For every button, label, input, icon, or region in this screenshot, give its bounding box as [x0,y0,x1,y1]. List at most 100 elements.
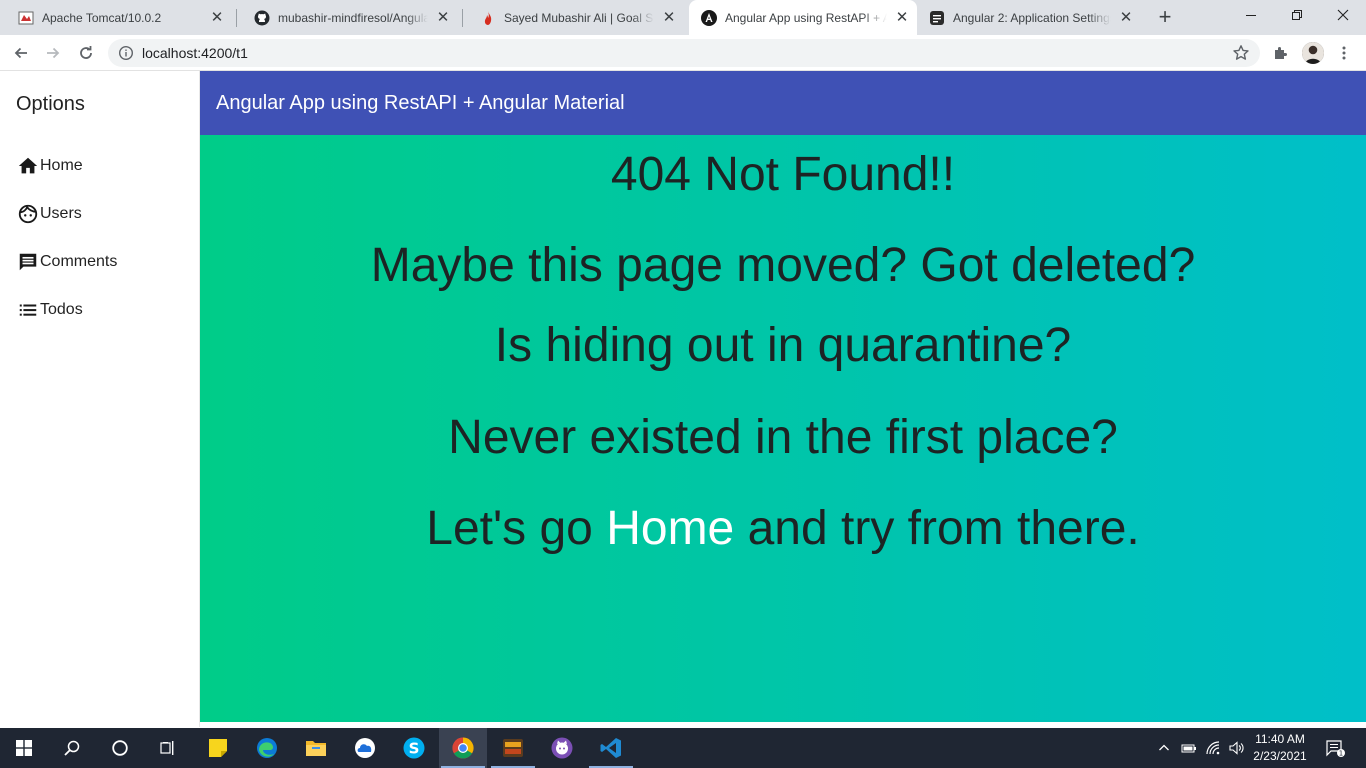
notification-count: 1 [1339,750,1343,758]
url-text: localhost:4200/t1 [142,45,248,61]
line-4-suffix: and try from there. [734,502,1140,555]
close-icon[interactable]: ✕ [1117,9,1135,27]
reload-button[interactable] [72,39,100,67]
tab-apache-tomcat[interactable]: Apache Tomcat/10.0.2 ✕ [0,0,236,35]
clock-date: 2/23/2021 [1253,749,1307,763]
address-bar[interactable]: localhost:4200/t1 [108,39,1260,67]
battery-button[interactable] [1180,728,1198,768]
close-icon[interactable]: ✕ [893,9,911,27]
profile-avatar[interactable] [1302,42,1324,64]
puzzle-icon [1275,47,1287,59]
system-clock[interactable]: 11:40 AM 2/23/2021 [1246,731,1314,765]
error-message-line-2: Is hiding out in quarantine? [494,319,1072,372]
wifi-icon [1206,741,1220,755]
volume-button[interactable] [1228,728,1246,768]
star-icon[interactable] [1232,44,1250,62]
tab-title: mubashir-mindfiresol/Angular [278,10,428,25]
home-link[interactable]: Home [606,502,734,555]
sidebar-item-home[interactable]: Home [16,154,83,178]
sidebar-title: Options [16,93,85,115]
restore-button[interactable] [1274,0,1320,30]
search-button[interactable] [48,728,96,768]
edge-app[interactable] [243,728,291,768]
close-icon[interactable]: ✕ [208,9,226,27]
sidebar-item-users[interactable]: Users [16,202,82,226]
chrome-app[interactable] [439,728,487,768]
flame-icon [480,10,496,26]
error-message-line-1: Maybe this page moved? Got deleted? [370,239,1196,292]
windows-taskbar: S 11:40 AM 2/23/2021 1 [0,728,1366,768]
error-message-line-4: Let's go Home and try from there. [200,501,1366,557]
skype-app[interactable]: S [390,728,438,768]
vscode-app[interactable] [587,728,635,768]
sidebar-item-label: Home [40,157,83,174]
sidebar: Options Home Users Comments Todos [0,71,200,727]
tab-title: Angular 2: Application Settings [953,10,1111,25]
github-icon [254,10,270,26]
line-4-prefix: Let's go [426,502,607,555]
cloud-icon [355,738,375,758]
sidebar-item-comments[interactable]: Comments [16,250,117,274]
sidebar-item-label: Todos [40,301,83,318]
new-tab-button[interactable]: + [1153,6,1177,30]
start-button[interactable] [0,728,48,768]
action-center-button[interactable]: 1 [1320,728,1350,768]
close-icon[interactable]: ✕ [660,9,678,27]
task-view-button[interactable] [144,728,192,768]
file-explorer-app[interactable] [292,728,340,768]
folder-icon [306,741,326,756]
sidebar-item-label: Users [40,205,82,222]
menu-button[interactable] [1330,39,1358,67]
minimize-button[interactable] [1228,0,1274,30]
arrow-left-icon [14,47,27,59]
cloud-app[interactable] [341,728,389,768]
error-message-line-3: Never existed in the first place? [448,411,1118,464]
skype-icon: S [403,737,425,759]
app-title: Angular App using RestAPI + Angular Mate… [216,91,625,114]
tab-angular-app[interactable]: Angular App using RestAPI + A ✕ [689,0,917,35]
browser-tab-strip: Apache Tomcat/10.0.2 ✕ mubashir-mindfire… [0,0,1366,35]
sidebar-item-label: Comments [40,253,118,270]
close-window-button[interactable] [1320,0,1366,30]
info-icon[interactable] [118,45,134,61]
svg-text:S: S [409,740,420,758]
windows-logo-icon [16,740,32,756]
sticky-notes-icon [209,739,227,757]
document-icon [929,10,945,26]
forward-button[interactable] [39,39,67,67]
extensions-button[interactable] [1266,39,1294,67]
game-icon [503,739,523,757]
edge-icon [257,738,277,758]
close-icon[interactable]: ✕ [434,9,452,27]
pixel-game-app[interactable] [489,728,537,768]
battery-icon [1181,744,1196,753]
github-desktop-icon [551,737,573,759]
arrow-right-icon [47,47,60,59]
tab-github[interactable]: mubashir-mindfiresol/Angular ✕ [236,0,462,35]
tab-title: Sayed Mubashir Ali | Goal Shee [504,10,654,25]
vscode-icon [600,738,621,758]
face-icon [16,202,40,226]
notification-icon: 1 [1326,740,1345,758]
sticky-notes-app[interactable] [194,728,242,768]
cortana-icon [112,740,128,756]
home-icon [16,154,40,178]
more-vert-icon [1342,46,1346,60]
github-desktop-app[interactable] [538,728,586,768]
chevron-up-icon [1159,744,1169,751]
task-view-icon [160,741,174,755]
wifi-button[interactable] [1205,728,1223,768]
sidebar-item-todos[interactable]: Todos [16,298,83,322]
not-found-content: 404 Not Found!! Maybe this page moved? G… [200,135,1366,722]
back-button[interactable] [7,39,35,67]
comment-icon [16,250,40,274]
tab-title: Apache Tomcat/10.0.2 [42,10,162,25]
tab-app-settings[interactable]: Angular 2: Application Settings ✕ [917,0,1145,35]
show-hidden-icons-button[interactable] [1156,728,1172,768]
chrome-icon [452,737,474,759]
reload-icon [80,46,92,59]
cortana-button[interactable] [96,728,144,768]
tomcat-favicon-icon [18,10,34,26]
search-icon [64,740,80,756]
tab-goal-sheet[interactable]: Sayed Mubashir Ali | Goal Shee ✕ [462,0,688,35]
